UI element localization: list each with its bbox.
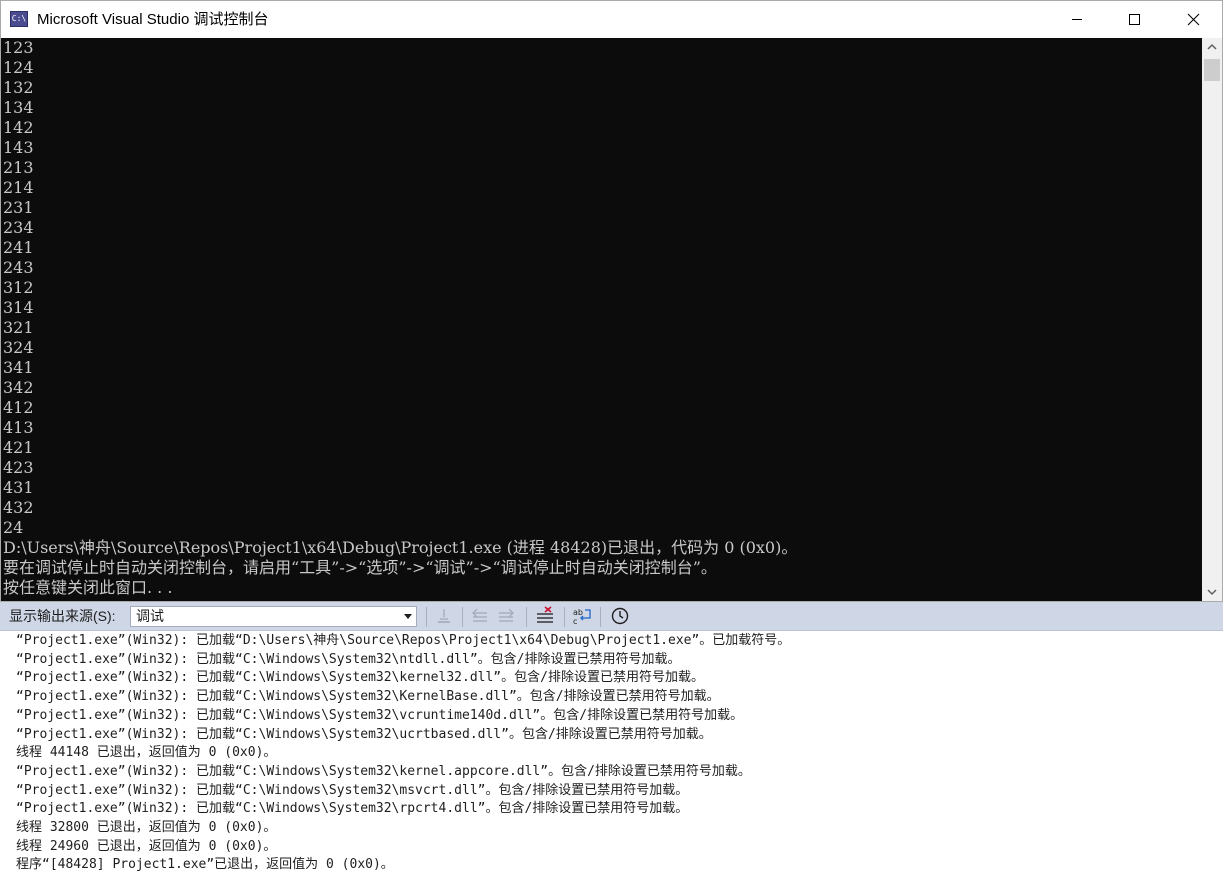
word-wrap-icon: ab c [573,608,591,626]
output-source-dropdown[interactable]: 调试 [130,606,417,627]
output-source-label: 显示输出来源(S): [9,608,116,624]
console-line: 314 [3,298,34,317]
scroll-thumb[interactable] [1204,59,1220,81]
console-app-icon: C:\ [10,11,28,27]
next-message-button[interactable] [495,605,517,627]
maximize-icon [1129,14,1140,25]
console-line: 342 [3,378,34,397]
previous-message-icon [472,608,487,622]
close-button[interactable] [1164,1,1222,38]
minimize-icon [1072,19,1082,20]
toolbar-separator [526,607,527,627]
console-line: 413 [3,418,34,437]
console-line: 412 [3,398,34,417]
minimize-button[interactable] [1048,1,1106,38]
toolbar-separator [426,607,427,627]
find-message-button[interactable] [433,605,455,627]
output-line: 线程 32800 已退出，返回值为 0 (0x0)。 [16,820,277,835]
console-line: 214 [3,178,34,197]
arrow-down-icon [1207,589,1217,596]
console-line: 24 [3,518,24,537]
console-line: 421 [3,438,34,457]
output-toolbar: 显示输出来源(S): 调试 ab c [0,602,1223,631]
output-line: “Project1.exe”(Win32): 已加载“C:\Windows\Sy… [16,801,689,817]
output-line: “Project1.exe”(Win32): 已加载“C:\Windows\Sy… [16,707,744,723]
output-line: “Project1.exe”(Win32): 已加载“D:\Users\神舟\S… [16,633,791,648]
output-line: “Project1.exe”(Win32): 已加载“C:\Windows\Sy… [16,670,704,686]
output-line: 线程 24960 已退出，返回值为 0 (0x0)。 [16,838,277,854]
title-bar[interactable]: C:\ Microsoft Visual Studio 调试控制台 [1,1,1222,38]
scroll-down-button[interactable] [1202,583,1222,601]
clock-icon [611,607,629,625]
console-line: 321 [3,318,34,337]
console-line: 134 [3,98,34,117]
output-line: “Project1.exe”(Win32): 已加载“C:\Windows\Sy… [16,689,720,705]
console-line: 123 [3,38,34,57]
console-line: 按任意键关闭此窗口. . . [3,578,173,597]
output-line: 程序“[48428] Project1.exe”已退出，返回值为 0 (0x0)… [16,857,394,873]
console-line: 132 [3,78,34,97]
output-line: 线程 44148 已退出，返回值为 0 (0x0)。 [16,745,277,761]
output-source-value: 调试 [136,608,164,624]
output-pane[interactable]: “Project1.exe”(Win32): 已加载“D:\Users\神舟\S… [0,631,1223,875]
console-scrollbar[interactable] [1202,38,1222,601]
close-icon [1187,13,1200,26]
svg-text:ab: ab [573,608,583,617]
clear-all-button[interactable] [534,605,556,627]
console-line: 431 [3,478,34,497]
console-line: 312 [3,278,34,297]
output-line: “Project1.exe”(Win32): 已加载“C:\Windows\Sy… [16,782,689,798]
console-line: 423 [3,458,34,477]
next-message-icon [499,608,514,622]
console-line: 324 [3,338,34,357]
console-line: 432 [3,498,34,517]
console-line: D:\Users\神舟\Source\Repos\Project1\x64\De… [3,538,798,557]
console-line: 234 [3,218,34,237]
chevron-down-icon [404,614,412,619]
output-line: “Project1.exe”(Win32): 已加载“C:\Windows\Sy… [16,726,712,742]
output-line: “Project1.exe”(Win32): 已加载“C:\Windows\Sy… [16,651,681,667]
console-line: 241 [3,238,34,257]
scroll-up-button[interactable] [1202,38,1222,56]
console-line: 142 [3,118,34,137]
svg-text:c: c [573,617,577,626]
toolbar-separator [462,607,463,627]
clear-all-icon [537,606,553,623]
console-window: C:\ Microsoft Visual Studio 调试控制台 123 124… [0,0,1223,602]
console-line: 要在调试停止时自动关闭控制台，请启用“工具”->“选项”->“调试”->“调试停… [3,558,717,577]
toolbar-separator [564,607,565,627]
console-line: 243 [3,258,34,277]
output-line: “Project1.exe”(Win32): 已加载“C:\Windows\Sy… [16,763,751,779]
find-message-icon [438,609,450,623]
window-title: Microsoft Visual Studio 调试控制台 [37,11,269,28]
word-wrap-button[interactable]: ab c [571,605,593,627]
console-output[interactable]: 123 124 132 134 142 143 213 214 231 234 241 243 312 3… [1,38,1202,601]
console-line: 341 [3,358,34,377]
console-line: 231 [3,198,34,217]
maximize-button[interactable] [1106,1,1164,38]
console-line: 143 [3,138,34,157]
console-line: 124 [3,58,34,77]
previous-message-button[interactable] [469,605,491,627]
toolbar-separator [600,607,601,627]
arrow-up-icon [1207,43,1217,50]
console-line: 213 [3,158,34,177]
toggle-timestamp-button[interactable] [609,605,631,627]
